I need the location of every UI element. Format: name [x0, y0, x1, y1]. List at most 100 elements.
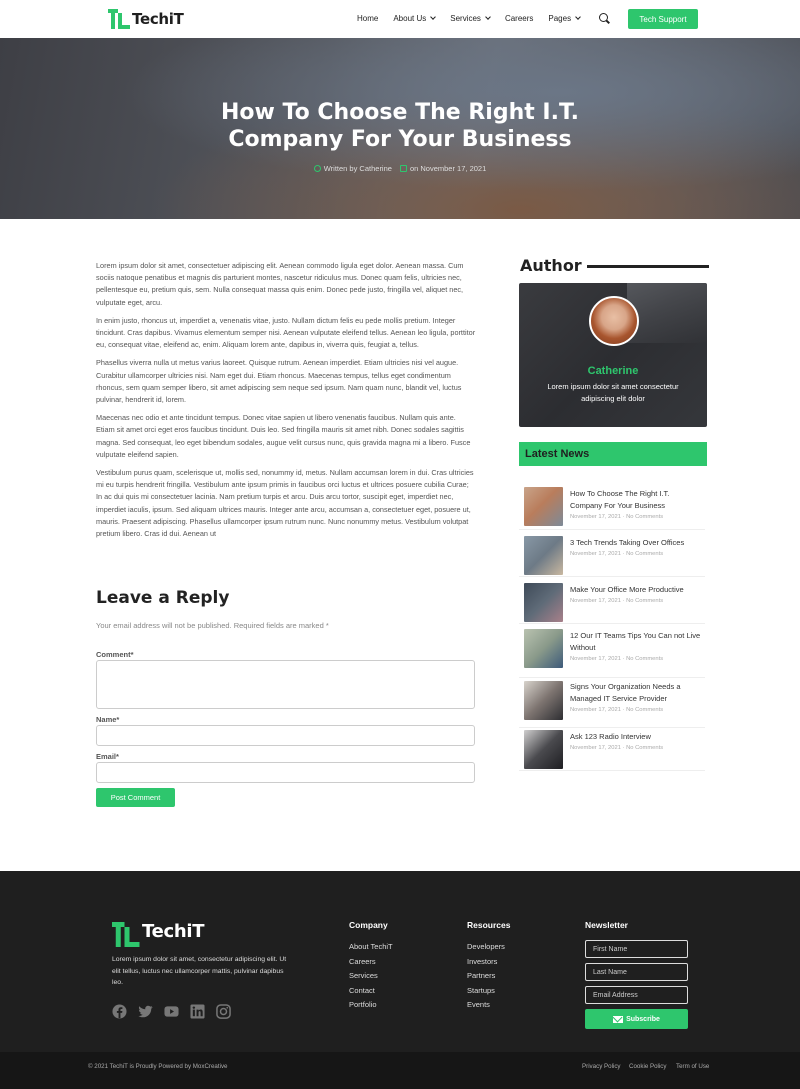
post-author[interactable]: Written by Catherine — [313, 164, 392, 173]
news-thumbnail[interactable] — [524, 629, 563, 668]
nav-item-about-us[interactable]: About Us — [393, 14, 437, 23]
author-bio: Lorem ipsum dolor sit amet consectetur a… — [547, 382, 679, 403]
reply-section: Leave a Reply Your email address will no… — [96, 588, 476, 630]
footer-link-contact[interactable]: Contact — [349, 986, 375, 995]
news-thumbnail[interactable] — [524, 487, 563, 526]
news-meta: November 17, 2021 · No Comments — [570, 707, 664, 713]
nav-label: Pages — [548, 14, 572, 23]
footer-link-portfolio[interactable]: Portfolio — [349, 1000, 377, 1009]
newsletter-email-input[interactable]: Email Address — [585, 986, 688, 1004]
news-title[interactable]: 12 Our IT Teams Tips You Can not Live Wi… — [570, 630, 702, 653]
subscribe-button[interactable]: Subscribe — [585, 1009, 688, 1029]
footer-resources-title: Resources — [467, 920, 511, 930]
news-thumbnail[interactable] — [524, 583, 563, 622]
news-comments[interactable]: No Comments — [626, 551, 663, 557]
nav-item-services[interactable]: Services — [450, 14, 491, 23]
list-item[interactable]: Signs Your Organization Needs a Managed … — [519, 678, 705, 728]
news-date: November 17, 2021 — [570, 514, 621, 520]
privacy-policy-link[interactable]: Privacy Policy — [582, 1063, 621, 1070]
twitter-icon[interactable] — [138, 1004, 153, 1019]
article-paragraph: Lorem ipsum dolor sit amet, consectetuer… — [96, 261, 464, 307]
youtube-icon[interactable] — [164, 1004, 179, 1019]
news-date: November 17, 2021 — [570, 551, 621, 557]
envelope-icon — [613, 1015, 624, 1023]
news-comments[interactable]: No Comments — [626, 745, 663, 751]
chevron-down-icon — [430, 14, 437, 20]
list-item[interactable]: How To Choose The Right I.T. Company For… — [519, 478, 705, 530]
newsletter-last-name-input[interactable]: Last Name — [585, 963, 688, 981]
post-comment-button[interactable]: Post Comment — [96, 788, 175, 807]
email-field[interactable] — [96, 762, 475, 783]
news-comments[interactable]: No Comments — [626, 598, 663, 604]
footer-logo[interactable]: TechiT — [112, 921, 205, 947]
footer-company-title: Company — [349, 920, 388, 930]
article-paragraph: In enim justo, rhoncus ut, imperdiet a, … — [96, 315, 476, 350]
news-comments[interactable]: No Comments — [626, 707, 663, 713]
newsletter-first-name-input[interactable]: First Name — [585, 940, 688, 958]
cookie-policy-link[interactable]: Cookie Policy — [629, 1063, 667, 1070]
footer-bottom-bar — [0, 1052, 800, 1089]
footer-link-services[interactable]: Services — [349, 971, 378, 980]
copyright-text: © 2021 TechiT is Proudly Powered by MoxC… — [88, 1063, 228, 1070]
nav-label: Services — [450, 14, 481, 23]
list-item[interactable]: 3 Tech Trends Taking Over Offices Novemb… — [519, 530, 705, 577]
author-heading: Author — [520, 256, 709, 275]
logo-mark-icon — [108, 9, 130, 29]
heading-divider — [586, 265, 709, 268]
avatar — [589, 296, 639, 346]
article-paragraph: Maecenas nec odio et ante tincidunt temp… — [96, 413, 471, 459]
facebook-icon[interactable] — [112, 1004, 127, 1019]
footer-link-about[interactable]: About TechiT — [349, 942, 393, 951]
news-comments[interactable]: No Comments — [626, 656, 663, 662]
news-meta: November 17, 2021 · No Comments — [570, 656, 664, 662]
nav-label: About Us — [393, 14, 427, 23]
search-icon[interactable] — [599, 13, 608, 22]
tech-support-button[interactable]: Tech Support — [628, 9, 698, 29]
news-meta: November 17, 2021 · No Comments — [570, 514, 664, 520]
author-name[interactable]: Catherine — [519, 365, 707, 377]
name-field[interactable] — [96, 725, 475, 746]
page-title: How To Choose The Right I.T. Company For… — [221, 100, 579, 152]
footer-link-developers[interactable]: Developers — [467, 942, 505, 951]
news-thumbnail[interactable] — [524, 730, 563, 769]
footer-link-startups[interactable]: Startups — [467, 986, 495, 995]
news-title[interactable]: Signs Your Organization Needs a Managed … — [570, 681, 702, 704]
footer-link-events[interactable]: Events — [467, 1000, 490, 1009]
nav-item-pages[interactable]: Pages — [548, 14, 581, 23]
footer-link-investors[interactable]: Investors — [467, 957, 497, 966]
linkedin-icon[interactable] — [190, 1004, 205, 1019]
nav-item-careers[interactable]: Careers — [505, 14, 533, 23]
news-comments[interactable]: No Comments — [626, 514, 663, 520]
terms-of-use-link[interactable]: Term of Use — [676, 1063, 709, 1070]
list-item[interactable]: Make Your Office More Productive Novembe… — [519, 577, 705, 624]
news-title[interactable]: 3 Tech Trends Taking Over Offices — [570, 537, 702, 549]
news-meta: November 17, 2021 · No Comments — [570, 598, 664, 604]
name-label: Name* — [96, 715, 120, 724]
post-author-text: Written by Catherine — [323, 164, 392, 173]
news-thumbnail[interactable] — [524, 681, 563, 720]
article-paragraph: Vestibulum purus quam, scelerisque ut, m… — [96, 468, 474, 539]
footer-link-partners[interactable]: Partners — [467, 971, 495, 980]
author-card: Catherine Lorem ipsum dolor sit amet con… — [519, 283, 707, 427]
nav-item-home[interactable]: Home — [357, 14, 378, 23]
list-item[interactable]: 12 Our IT Teams Tips You Can not Live Wi… — [519, 624, 705, 678]
user-icon — [313, 165, 321, 172]
news-thumbnail[interactable] — [524, 536, 563, 575]
news-title[interactable]: Ask 123 Radio Interview — [570, 731, 702, 743]
footer-newsletter-title: Newsletter — [585, 920, 628, 930]
email-label: Email* — [96, 752, 119, 761]
news-date: November 17, 2021 — [570, 707, 621, 713]
footer-logo-text: TechiT — [142, 921, 205, 942]
list-item[interactable]: Ask 123 Radio Interview November 17, 202… — [519, 728, 705, 771]
news-title[interactable]: Make Your Office More Productive — [570, 584, 702, 596]
nav-label: Careers — [504, 14, 534, 23]
post-meta: Written by Catherine on November 17, 202… — [0, 164, 800, 173]
comment-textarea[interactable] — [96, 660, 475, 709]
logo-mark-icon — [112, 921, 140, 947]
post-date-text: on November 17, 2021 — [409, 164, 487, 173]
chevron-down-icon — [485, 14, 491, 20]
news-title[interactable]: How To Choose The Right I.T. Company For… — [570, 488, 702, 511]
footer-link-careers[interactable]: Careers — [349, 957, 376, 966]
site-logo[interactable]: TechiT — [108, 9, 184, 29]
instagram-icon[interactable] — [216, 1004, 231, 1019]
